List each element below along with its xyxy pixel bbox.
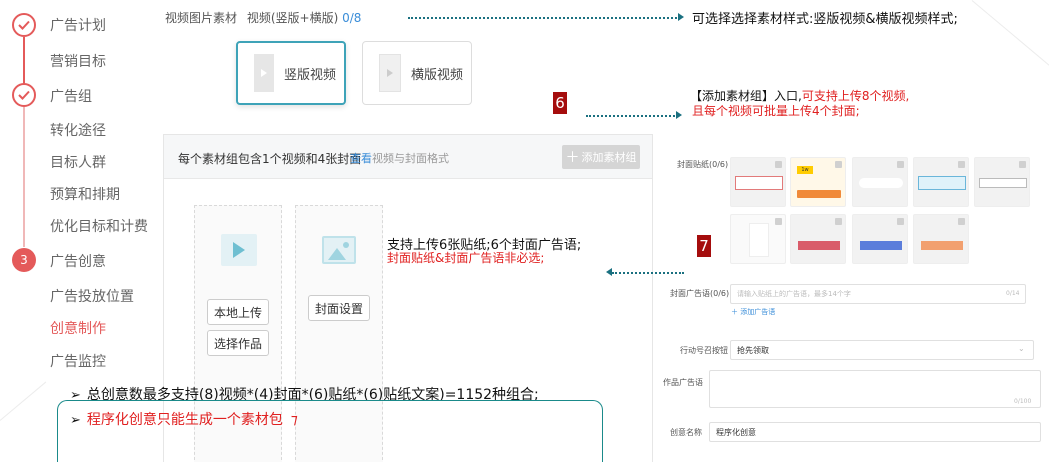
sticker-white-card (749, 223, 769, 257)
sticker-option[interactable] (852, 157, 908, 207)
creative-name-label: 创意名称 (670, 428, 702, 437)
step-ad-plan[interactable]: 广告计划 (50, 15, 106, 35)
annotation-orientation: 可选择选择素材样式:竖版视频&横版视频样式; (692, 12, 958, 27)
sticker-badge: 1w (797, 166, 813, 174)
cta-select[interactable]: 抢先领取 (730, 340, 1034, 360)
cover-ad-count: 0/14 (1006, 290, 1020, 297)
sticker-option[interactable] (852, 214, 908, 264)
step-optimization-billing[interactable]: 优化目标和计费 (50, 216, 148, 236)
sticker-option[interactable] (974, 157, 1030, 207)
choose-work-button[interactable]: 选择作品 (207, 330, 269, 356)
sticker-option[interactable] (730, 214, 786, 264)
add-material-group-button[interactable]: ＋添加素材组 (562, 145, 640, 169)
cover-ad-label: 封面广告语(0/6) (670, 289, 730, 298)
sticker-option[interactable] (913, 157, 969, 207)
plus-icon: ＋ (731, 308, 741, 316)
cover-ad-input[interactable]: 请输入贴纸上的广告语，最多14个字 (730, 284, 1026, 304)
step-ad-monitoring[interactable]: 广告监控 (50, 351, 106, 371)
annotation-connector (586, 115, 678, 117)
vertical-video-label: 竖版视频 (284, 67, 337, 83)
step-creative-production[interactable]: 创意制作 (50, 318, 106, 338)
step-connector (23, 107, 25, 247)
sticker-color-bar (860, 241, 902, 250)
sticker-option[interactable] (730, 157, 786, 207)
vertical-video-icon (254, 54, 274, 92)
sticker-option[interactable]: 1w (790, 157, 846, 207)
view-format-link[interactable]: 查看视频与封面格式 (350, 150, 449, 166)
horizontal-video-icon (379, 54, 401, 92)
step-ad-group[interactable]: 广告组 (50, 86, 92, 106)
sticker-option[interactable] (790, 214, 846, 264)
plus-icon: ＋ (565, 150, 580, 166)
step-conversion-path[interactable]: 转化途径 (50, 120, 106, 140)
annotation-number-7: 7 (697, 235, 711, 257)
add-ad-text-button[interactable]: ＋ 添加广告语 (731, 307, 775, 317)
step-budget-schedule[interactable]: 预算和排期 (50, 184, 120, 204)
sticker-color-bar (798, 241, 840, 250)
material-title-label: 视频图片素材 (165, 11, 238, 25)
step-done-icon (12, 83, 36, 107)
chevron-down-icon: ⌄ (1018, 344, 1025, 353)
sticker-orange-bar (797, 190, 841, 198)
creative-ad-textarea[interactable] (709, 370, 1041, 408)
video-placeholder-icon (221, 234, 257, 266)
sticker-option[interactable] (913, 214, 969, 264)
material-spec: 视频(竖版+横版) (246, 11, 339, 25)
step-connector (23, 37, 25, 85)
creative-ad-label: 作品广告语 (663, 378, 703, 387)
sticker-color-bar (921, 241, 963, 250)
material-title: 视频图片素材 视频(竖版+横版) 0/8 (165, 9, 361, 26)
sticker-label: 封面贴纸(0/6) (677, 160, 729, 169)
material-group-desc: 每个素材组包含1个视频和4张封面 (178, 152, 362, 166)
step-placement[interactable]: 广告投放位置 (50, 286, 134, 306)
step-number-badge: 3 (12, 248, 36, 272)
local-upload-button[interactable]: 本地上传 (207, 299, 269, 325)
image-placeholder-icon (322, 236, 356, 264)
annotation-add-group-covers: 且每个视频可批量上传4个封面; (692, 104, 860, 118)
cta-label: 行动号召按钮 (680, 346, 728, 355)
step-ad-creative[interactable]: 广告创意 (50, 251, 106, 271)
decor-line (971, 0, 1049, 72)
arrow-right-icon (678, 13, 684, 21)
annotation-connector (612, 272, 684, 274)
horizontal-video-label: 横版视频 (411, 67, 464, 83)
material-count: 0/8 (342, 11, 362, 25)
horizontal-video-option[interactable]: 横版视频 (362, 41, 472, 105)
annotation-connector (408, 17, 680, 19)
arrow-right-icon (676, 111, 682, 119)
annotation-sticker-optional: 封面贴纸&封面广告语非必选; (387, 251, 545, 265)
step-target-audience[interactable]: 目标人群 (50, 152, 106, 172)
creative-ad-count: 0/100 (1014, 398, 1032, 405)
material-group-header: 每个素材组包含1个视频和4张封面 查看视频与封面格式 ＋添加素材组 (164, 135, 652, 179)
annotation-package-note: ➢ 程序化创意只能生成一个素材包 ⁊ (70, 412, 298, 428)
vertical-video-option[interactable]: 竖版视频 (236, 41, 346, 105)
step-done-icon (12, 13, 36, 37)
scribble-mark: ⁊ (290, 412, 298, 428)
bullet-icon: ➢ (70, 413, 81, 428)
step-marketing-goal[interactable]: 营销目标 (50, 51, 106, 71)
cover-setting-button[interactable]: 封面设置 (308, 295, 370, 321)
annotation-number-6: 6 (553, 92, 567, 114)
creative-name-input[interactable]: 程序化创意 (709, 422, 1041, 442)
